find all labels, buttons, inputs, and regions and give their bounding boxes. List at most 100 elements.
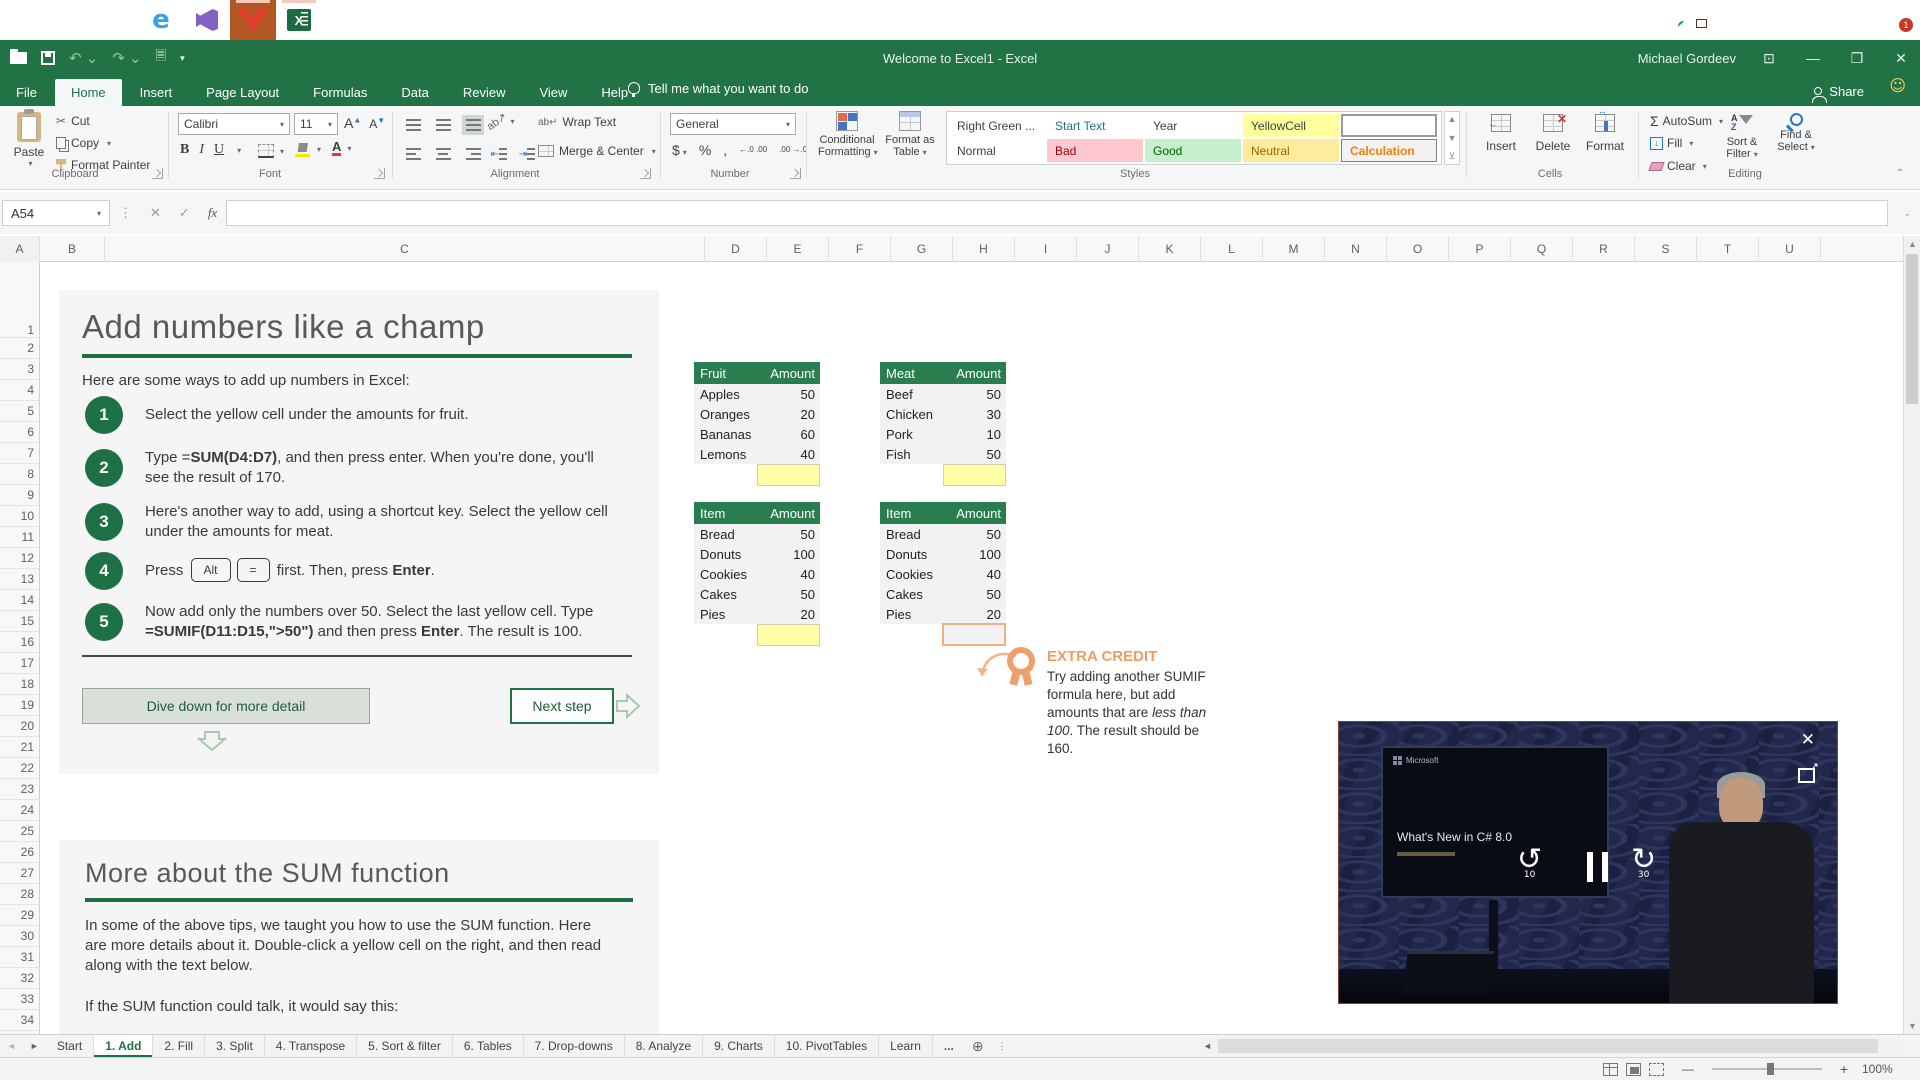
ribbon-tab[interactable]: Page Layout <box>190 79 295 106</box>
volume-icon[interactable] <box>1729 16 1742 25</box>
column-header[interactable]: F <box>829 236 891 262</box>
comma-style-button[interactable]: , <box>723 142 727 158</box>
row-header[interactable]: 29 <box>0 905 39 926</box>
row-header[interactable]: 24 <box>0 800 39 821</box>
row-header[interactable]: 31 <box>0 947 39 968</box>
row-header[interactable]: 13 <box>0 569 39 590</box>
borders-button[interactable]: ▾ <box>258 144 284 158</box>
expand-formula-bar-icon[interactable]: ⌄ <box>1903 208 1911 219</box>
collapse-ribbon-icon[interactable]: ⌃ <box>1896 168 1904 179</box>
decrease-decimal-button[interactable]: .00 →.0 <box>779 146 807 154</box>
tab-scroll-right-icon[interactable]: ► <box>23 1035 46 1057</box>
row-header[interactable]: 1 <box>0 262 39 338</box>
video-player[interactable]: Microsoft What's New in C# 8.0 ✕ ↺10 ↻30 <box>1338 721 1838 1004</box>
orientation-button[interactable]: ab↗▾ <box>486 115 514 128</box>
column-header[interactable]: D <box>705 236 767 262</box>
hscroll-thumb[interactable] <box>1218 1039 1878 1053</box>
item1-sum-yellow-cell[interactable] <box>757 624 820 646</box>
dive-down-button[interactable]: Dive down for more detail <box>82 688 370 724</box>
sheet-tab[interactable]: 3. Split <box>205 1035 265 1057</box>
align-middle-button[interactable] <box>432 115 454 135</box>
cell-style-chip[interactable]: Bad <box>1047 139 1143 162</box>
tell-me-box[interactable]: Tell me what you want to do <box>628 76 808 106</box>
sheet-tab[interactable]: 7. Drop-downs <box>524 1035 625 1057</box>
font-color-button[interactable]: A▾ <box>332 140 351 156</box>
table-row[interactable]: Donuts100 <box>694 544 820 564</box>
forward-30-button[interactable]: ↻30 <box>1631 842 1656 887</box>
item-table-2[interactable]: ItemAmount Bread50Donuts100Cookies40Cake… <box>880 502 1006 624</box>
column-header[interactable]: K <box>1139 236 1201 262</box>
align-top-button[interactable] <box>402 115 424 135</box>
close-button[interactable]: ✕ <box>1890 50 1912 67</box>
table-row[interactable]: Pork10 <box>880 424 1006 444</box>
sheet-tab[interactable]: 1. Add <box>94 1035 153 1057</box>
increase-indent-button[interactable]: ⇥ <box>516 144 538 164</box>
row-header[interactable]: 19 <box>0 695 39 716</box>
row-header[interactable]: 18 <box>0 674 39 695</box>
pen-icon[interactable]: ✎ <box>1756 11 1769 29</box>
align-bottom-button[interactable] <box>462 115 484 135</box>
ribbon-display-options-icon[interactable]: ⊡ <box>1758 50 1780 67</box>
cell-style-chip[interactable] <box>1341 114 1437 137</box>
row-header[interactable]: 32 <box>0 968 39 989</box>
row-header[interactable]: 27 <box>0 863 39 884</box>
page-layout-view-icon[interactable] <box>1626 1063 1641 1076</box>
zoom-slider[interactable] <box>1712 1068 1822 1070</box>
italic-button[interactable]: I <box>199 142 204 158</box>
row-header[interactable]: 33 <box>0 989 39 1010</box>
find-select-button[interactable]: Find & Select▾ <box>1772 113 1820 153</box>
autosum-button[interactable]: ΣAutoSum▾ <box>1650 113 1723 129</box>
excel-taskbar-button[interactable]: X <box>276 0 322 40</box>
gallery-more-icon[interactable]: ⊻ <box>1445 151 1459 162</box>
row-header[interactable]: 3 <box>0 359 39 380</box>
font-family-select[interactable]: Calibri▾ <box>178 113 290 135</box>
row-header[interactable]: 12 <box>0 548 39 569</box>
row-header[interactable]: 34 <box>0 1010 39 1031</box>
column-header[interactable]: J <box>1077 236 1139 262</box>
grow-font-button[interactable]: A▲ <box>344 115 361 131</box>
vertical-scrollbar[interactable]: ▲ ▼ <box>1903 236 1920 1034</box>
row-header[interactable]: 6 <box>0 422 39 443</box>
tab-scroll-left-icon[interactable]: ◄ <box>0 1035 23 1057</box>
merge-center-button[interactable]: Merge & Center▾ <box>538 144 656 158</box>
cell-style-chip[interactable]: Start Text <box>1047 114 1143 137</box>
fruit-sum-yellow-cell[interactable] <box>757 464 820 486</box>
meat-table[interactable]: MeatAmount Beef50Chicken30Pork10Fish50 <box>880 362 1006 464</box>
delete-cells-button[interactable]: ✕ Delete <box>1530 114 1576 153</box>
table-row[interactable]: Lemons40 <box>694 444 820 464</box>
shrink-font-button[interactable]: A▼ <box>369 116 385 131</box>
column-header[interactable]: G <box>891 236 953 262</box>
close-video-icon[interactable]: ✕ <box>1801 730 1815 750</box>
action-center-icon[interactable]: 1 <box>1888 12 1908 28</box>
cancel-entry-icon[interactable]: ✕ <box>150 205 161 221</box>
column-header[interactable]: C <box>105 236 705 262</box>
name-box[interactable]: A54▾ <box>2 200 110 226</box>
sheet-tab[interactable]: 6. Tables <box>453 1035 524 1057</box>
row-header[interactable]: 2 <box>0 338 39 359</box>
cell-style-chip[interactable]: Right Green ... <box>949 114 1045 137</box>
tray-chevron-icon[interactable]: ⌄ <box>1610 12 1621 28</box>
column-header[interactable]: N <box>1325 236 1387 262</box>
tab-overflow[interactable]: ... <box>933 1035 965 1057</box>
column-header[interactable]: O <box>1387 236 1449 262</box>
normal-view-icon[interactable] <box>1603 1063 1618 1076</box>
table-row[interactable]: Cookies40 <box>694 564 820 584</box>
align-center-button[interactable] <box>432 144 454 164</box>
formula-input[interactable] <box>226 200 1888 226</box>
row-header[interactable]: 21 <box>0 737 39 758</box>
column-header[interactable]: I <box>1015 236 1077 262</box>
new-sheet-icon[interactable]: ⊕ <box>965 1035 991 1057</box>
table-row[interactable]: Chicken30 <box>880 404 1006 424</box>
wrap-text-button[interactable]: ab↵Wrap Text <box>538 115 616 129</box>
gallery-up-icon[interactable]: ▲ <box>1445 114 1459 124</box>
table-row[interactable]: Apples50 <box>694 384 820 404</box>
row-header[interactable]: 10 <box>0 506 39 527</box>
number-dialog-launcher-icon[interactable] <box>790 168 801 179</box>
language-indicator[interactable]: ENG <box>1782 13 1808 27</box>
decrease-indent-button[interactable]: ⇤ <box>488 144 510 164</box>
cell-style-chip[interactable]: Good <box>1145 139 1241 162</box>
sheet-tab[interactable]: 2. Fill <box>153 1035 205 1057</box>
insert-function-icon[interactable]: fx <box>208 205 217 221</box>
fill-color-button[interactable]: ▾ <box>296 142 321 157</box>
row-header[interactable]: 20 <box>0 716 39 737</box>
